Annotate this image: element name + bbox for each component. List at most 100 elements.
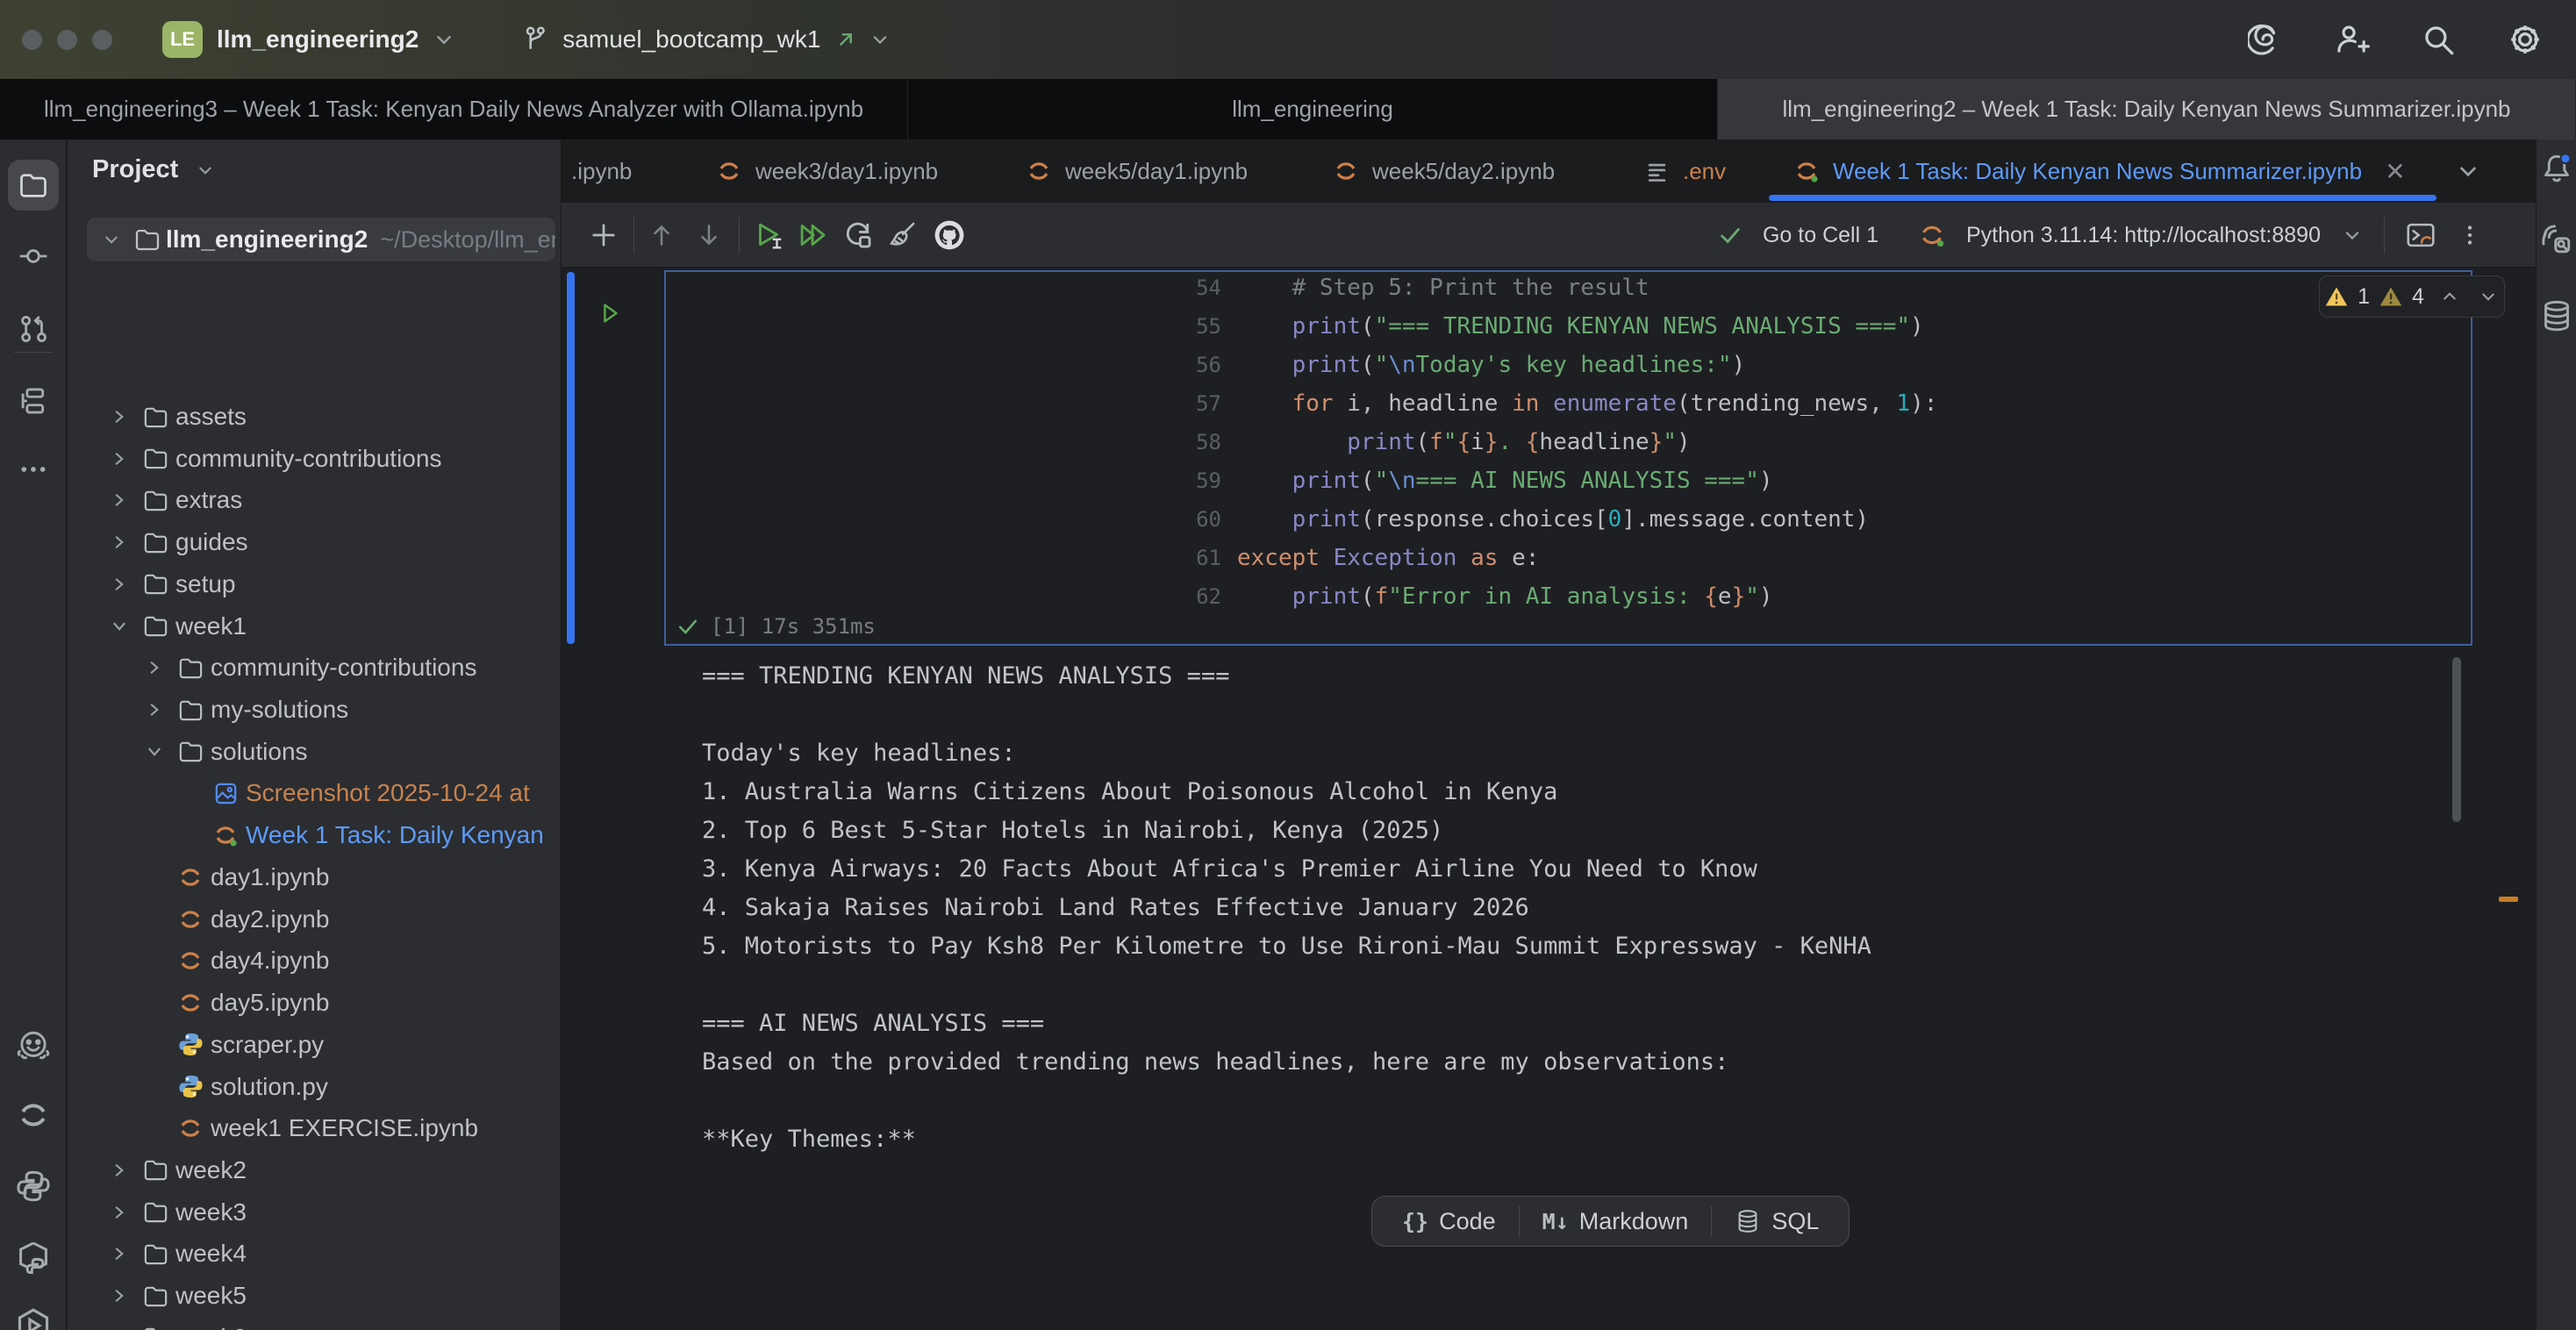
tree-folder-row[interactable]: extras (68, 479, 562, 521)
gutter-run-icon[interactable] (597, 300, 623, 326)
window-controls[interactable] (22, 30, 127, 50)
chevron-down-icon[interactable] (431, 26, 457, 53)
tree-folder-row[interactable]: guides (68, 521, 562, 563)
inspections-widget[interactable]: 1 4 (2319, 275, 2505, 318)
tree-file-row[interactable]: day5.ipynb (68, 982, 562, 1024)
chevron-down-icon[interactable] (868, 27, 892, 52)
github-icon[interactable] (931, 217, 968, 254)
editor-tab[interactable]: week3/day1.ipynb (680, 139, 983, 203)
window-tab[interactable]: llm_engineering3 – Week 1 Task: Kenyan D… (0, 79, 908, 139)
tree-folder-row[interactable]: community-contributions (68, 647, 562, 689)
add-cell-icon[interactable] (588, 219, 619, 251)
hidden-tabs-chevron-icon[interactable] (2453, 156, 2488, 191)
close-tab-icon[interactable]: ✕ (2385, 157, 2405, 186)
services-tool-button[interactable] (14, 1306, 53, 1330)
project-tool-button[interactable] (8, 160, 59, 211)
code-line[interactable]: 57 for i, headline in enumerate(trending… (562, 384, 2536, 423)
chevron-collapsed-icon[interactable] (137, 656, 172, 679)
editor-tab[interactable]: .ipynb (562, 139, 649, 203)
editor-tab[interactable]: .env (1608, 139, 1757, 203)
chevron-collapsed-icon[interactable] (102, 573, 137, 596)
kernel-selector[interactable]: Python 3.11.14: http://localhost:8890 (1966, 223, 2321, 248)
chevron-collapsed-icon[interactable] (102, 447, 137, 470)
clear-outputs-icon[interactable] (885, 218, 919, 252)
database-tool-button[interactable] (2539, 298, 2574, 333)
jupyter-tool-button[interactable] (15, 1097, 52, 1133)
jupyter-console-icon[interactable] (2404, 218, 2437, 252)
window-tab[interactable]: llm_engineering2 – Week 1 Task: Daily Ke… (1718, 79, 2576, 139)
huggingface-tool-button[interactable] (15, 1028, 52, 1065)
ai-search-icon[interactable] (2539, 222, 2574, 257)
window-tab[interactable]: llm_engineering (908, 79, 1718, 139)
ai-assistant-icon[interactable] (2248, 21, 2285, 58)
output-scrollbar[interactable] (2452, 657, 2461, 822)
tree-file-row[interactable]: day2.ipynb (68, 898, 562, 940)
structure-tool-button[interactable] (17, 384, 50, 418)
tree-folder-row[interactable]: week4 (68, 1233, 562, 1275)
chevron-collapsed-icon[interactable] (102, 1284, 137, 1307)
chevron-collapsed-icon[interactable] (102, 1159, 137, 1182)
code-line[interactable]: 62 print(f"Error in AI analysis: {e}") (562, 577, 2536, 616)
close-window-button[interactable] (22, 30, 42, 50)
editor-tab[interactable]: week5/day2.ipynb (1297, 139, 1599, 203)
chevron-expanded-icon[interactable] (94, 228, 129, 251)
tree-file-row[interactable]: Week 1 Task: Daily Kenyan (68, 814, 562, 856)
run-all-cells-icon[interactable] (796, 218, 829, 252)
code-line[interactable]: 59 print("\n=== AI NEWS ANALYSIS ===") (562, 461, 2536, 500)
python-packages-tool-button[interactable] (15, 1168, 52, 1205)
chevron-expanded-icon[interactable] (137, 740, 172, 763)
editor-tab[interactable]: week5/day1.ipynb (990, 139, 1290, 203)
move-cell-down-icon[interactable] (694, 220, 724, 250)
tree-root-row[interactable]: llm_engineering2 ~/Desktop/llm_en (87, 218, 555, 261)
project-avatar[interactable]: LE (162, 21, 203, 58)
chevron-collapsed-icon[interactable] (137, 698, 172, 721)
tree-folder-row[interactable]: week2 (68, 1149, 562, 1191)
add-user-icon[interactable] (2334, 21, 2371, 58)
move-cell-up-icon[interactable] (647, 220, 676, 250)
add-sql-cell-button[interactable]: SQL (1712, 1208, 1842, 1235)
python-console-tool-button[interactable] (15, 1240, 52, 1276)
code-line[interactable]: 58 print(f"{i}. {headline}") (562, 423, 2536, 461)
chevron-down-icon[interactable] (2340, 223, 2365, 247)
chevron-collapsed-icon[interactable] (102, 489, 137, 511)
project-panel-title[interactable]: Project (92, 155, 217, 184)
search-icon[interactable] (2420, 21, 2457, 58)
tree-folder-row[interactable]: my-solutions (68, 689, 562, 731)
chevron-collapsed-icon[interactable] (102, 405, 137, 428)
tree-folder-row[interactable]: assets (68, 396, 562, 438)
editor-tab[interactable]: Week 1 Task: Daily Kenyan News Summarize… (1757, 139, 2449, 203)
code-line[interactable]: 61except Exception as e: (562, 539, 2536, 577)
tree-file-row[interactable]: week1 EXERCISE.ipynb (68, 1107, 562, 1149)
project-switcher[interactable]: llm_engineering2 (217, 25, 419, 54)
tree-file-row[interactable]: Screenshot 2025-10-24 at (68, 772, 562, 814)
tree-file-row[interactable]: day4.ipynb (68, 940, 562, 982)
commit-tool-button[interactable] (17, 240, 50, 273)
tree-folder-row[interactable]: solutions (68, 731, 562, 773)
tree-folder-row[interactable]: week6 (68, 1317, 562, 1330)
tree-folder-row[interactable]: week3 (68, 1191, 562, 1233)
pull-request-tool-button[interactable] (17, 312, 50, 346)
tree-folder-row[interactable]: setup (68, 563, 562, 605)
chevron-collapsed-icon[interactable] (102, 1242, 137, 1265)
chevron-collapsed-icon[interactable] (102, 1201, 137, 1224)
chevron-collapsed-icon[interactable] (102, 531, 137, 554)
tree-file-row[interactable]: solution.py (68, 1066, 562, 1108)
go-to-cell-button[interactable]: Go to Cell 1 (1763, 223, 1878, 248)
code-line[interactable]: 54 # Step 5: Print the result (562, 268, 2536, 307)
code-line[interactable]: 55 print("=== TRENDING KENYAN NEWS ANALY… (562, 307, 2536, 346)
minimize-window-button[interactable] (57, 30, 77, 50)
tree-folder-row[interactable]: week5 (68, 1275, 562, 1317)
add-markdown-cell-button[interactable]: M↓ Markdown (1520, 1208, 1712, 1235)
previous-problem-icon[interactable] (2438, 285, 2461, 308)
branch-switcher[interactable]: samuel_bootcamp_wk1 (562, 25, 820, 54)
run-cell-icon[interactable] (752, 218, 785, 252)
code-line[interactable]: 56 print("\nToday's key headlines:") (562, 346, 2536, 384)
more-tool-windows-button[interactable] (17, 453, 50, 486)
add-code-cell-button[interactable]: {} Code (1379, 1208, 1519, 1235)
tree-folder-row[interactable]: community-contributions (68, 438, 562, 480)
chevron-expanded-icon[interactable] (102, 615, 137, 638)
code-line[interactable]: 60 print(response.choices[0].message.con… (562, 500, 2536, 539)
tree-file-row[interactable]: scraper.py (68, 1024, 562, 1066)
settings-gear-icon[interactable] (2506, 20, 2544, 59)
restart-kernel-icon[interactable] (841, 218, 875, 252)
